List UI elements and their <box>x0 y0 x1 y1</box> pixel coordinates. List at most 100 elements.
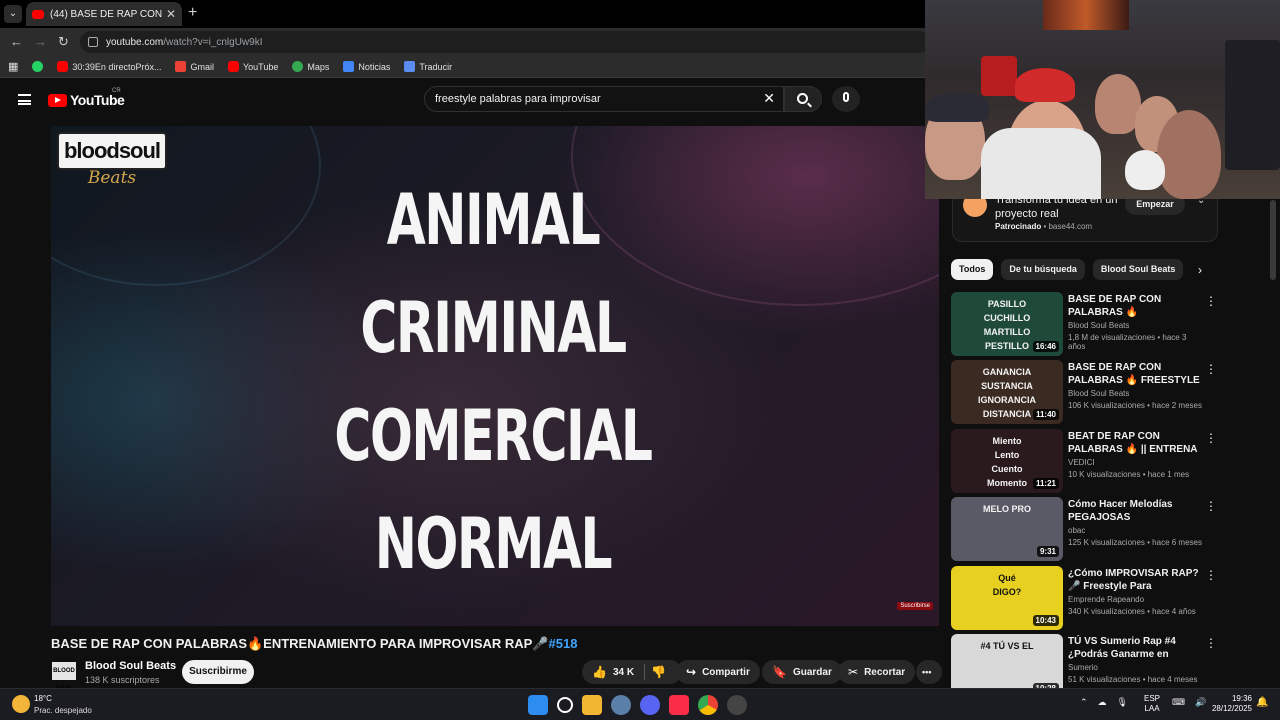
search-input[interactable]: freestyle palabras para improvisar ✕ <box>424 86 784 112</box>
video-title[interactable]: ¿Cómo IMPROVISAR RAP? 🎤 Freestyle Para P… <box>1068 567 1203 593</box>
thumbs-up-icon[interactable]: 👍 <box>592 665 607 679</box>
site-info-icon[interactable] <box>88 37 98 47</box>
discord-icon[interactable] <box>640 695 660 715</box>
clear-search-icon[interactable]: ✕ <box>763 90 775 107</box>
logo-main-text: bloodsoul <box>57 132 167 170</box>
share-button[interactable]: ↪ Compartir <box>676 660 760 684</box>
more-vert-icon[interactable]: ⋮ <box>1205 294 1217 308</box>
channel-avatar[interactable]: BLOOD SOUL <box>52 662 76 692</box>
browser-tab-active[interactable]: (44) BASE DE RAP CON PAL ✕ <box>26 2 182 26</box>
video-thumbnail[interactable]: MELO PRO 9:31 <box>951 497 1063 562</box>
video-player[interactable]: bloodsoul Beats ANIMAL CRIMINAL COMERCIA… <box>51 126 939 626</box>
video-thumbnail[interactable]: PASILLO CUCHILLO MARTILLO PESTILLO 16:46 <box>951 292 1063 356</box>
steam-icon[interactable] <box>727 695 747 715</box>
chip-all[interactable]: Todos <box>951 259 994 280</box>
video-thumbnail[interactable]: Qué DIGO? 10:43 <box>951 565 1063 630</box>
tab-close-icon[interactable]: ✕ <box>166 7 176 21</box>
windows-start-icon[interactable] <box>528 695 548 715</box>
chip-channel[interactable]: Blood Soul Beats <box>1092 259 1184 280</box>
video-channel[interactable]: Emprende Rapeando <box>1068 595 1203 604</box>
clock[interactable]: 19:36 28/12/2025 <box>1210 694 1252 714</box>
bookmark-icon: 🔖 <box>772 665 787 679</box>
apps-grid-icon[interactable]: ▦ <box>8 60 18 73</box>
bookmark-youtube[interactable]: YouTube <box>227 61 278 72</box>
menu-icon[interactable] <box>18 94 31 105</box>
video-channel[interactable]: Blood Soul Beats <box>1068 389 1203 398</box>
forward-arrow-icon[interactable]: → <box>34 34 47 49</box>
youtube-play-icon <box>48 93 67 107</box>
reload-icon[interactable]: ↻ <box>58 34 69 50</box>
chip-from-search[interactable]: De tu búsqueda <box>1001 259 1085 280</box>
microphone-icon[interactable]: 🎙 <box>1117 697 1128 708</box>
more-vert-icon[interactable]: ⋮ <box>1205 362 1217 376</box>
more-actions-button[interactable]: ••• <box>916 660 942 684</box>
more-vert-icon[interactable]: ⋮ <box>1205 499 1217 513</box>
chevron-up-icon[interactable]: ⌃ <box>1080 697 1088 708</box>
weather-icon[interactable] <box>12 695 30 713</box>
video-channel[interactable]: Sumerio <box>1068 663 1203 672</box>
whatsapp-icon[interactable] <box>32 61 44 72</box>
weather-summary[interactable]: Prac. despejado <box>34 706 92 715</box>
video-meta: 340 K visualizaciones • hace 4 años <box>1068 606 1196 616</box>
video-subscribe-badge[interactable]: Suscribirse <box>897 602 933 610</box>
bookmark-live[interactable]: 30:39En directoPróx... <box>57 61 161 72</box>
video-channel[interactable]: Blood Soul Beats <box>1068 321 1203 330</box>
youtube-logo[interactable]: YouTube CR <box>48 88 125 108</box>
video-channel[interactable]: VEDICI <box>1068 458 1203 467</box>
video-duration: 11:40 <box>1032 409 1059 421</box>
search-button[interactable] <box>784 86 822 112</box>
bookmark-maps[interactable]: Maps <box>292 61 329 72</box>
hashtag-link[interactable]: #518 <box>549 636 578 651</box>
tab-search-button[interactable]: ⌄ <box>4 5 22 23</box>
bookmark-translate[interactable]: Traducir <box>404 61 452 72</box>
status-icons: ⌨ 🔊 <box>1172 697 1206 708</box>
search-icon[interactable] <box>557 697 573 713</box>
video-title[interactable]: TÚ VS Sumerio Rap #4 ¿Podrás Ganarme en … <box>1068 635 1203 661</box>
bookmark-news[interactable]: Noticias <box>343 61 390 72</box>
notification-icon[interactable]: 🔔 <box>1256 697 1268 708</box>
clip-button[interactable]: ✂ Recortar <box>838 660 916 684</box>
list-item[interactable]: Qué DIGO? 10:43 ¿Cómo IMPROVISAR RAP? 🎤 … <box>951 565 1221 634</box>
language-indicator[interactable]: ESP LAA <box>1144 694 1160 714</box>
chrome-icon[interactable] <box>698 695 718 715</box>
white-cap-item <box>1125 150 1165 190</box>
new-tab-icon[interactable]: + <box>188 4 197 22</box>
video-title[interactable]: Cómo Hacer Melodías PEGAJOSAS <box>1068 498 1203 524</box>
back-arrow-icon[interactable]: ← <box>10 34 23 49</box>
file-explorer-icon[interactable] <box>582 695 602 715</box>
list-item[interactable]: Miento Lento Cuento Momento 11:21 BEAT D… <box>951 428 1221 497</box>
video-channel[interactable]: obac <box>1068 526 1203 535</box>
settings-icon[interactable] <box>611 695 631 715</box>
save-button[interactable]: 🔖 Guardar <box>762 660 842 684</box>
bookmark-gmail[interactable]: Gmail <box>175 61 214 72</box>
video-title[interactable]: BASE DE RAP CON PALABRAS 🔥 ENTRENAMIENTO… <box>1068 293 1203 319</box>
cloud-icon[interactable]: ☁ <box>1098 697 1107 708</box>
tab-title: (44) BASE DE RAP CON PAL <box>50 8 162 20</box>
video-title[interactable]: BEAT DE RAP CON PALABRAS 🔥 || ENTRENA TU… <box>1068 430 1203 456</box>
list-item[interactable]: GANANCIA SUSTANCIA IGNORANCIA DISTANCIA … <box>951 360 1221 428</box>
list-item[interactable]: PASILLO CUCHILLO MARTILLO PESTILLO 16:46… <box>951 292 1221 360</box>
channel-name[interactable]: Blood Soul Beats <box>85 660 176 672</box>
more-vert-icon[interactable]: ⋮ <box>1205 568 1217 582</box>
more-vert-icon[interactable]: ⋮ <box>1205 431 1217 445</box>
video-title[interactable]: BASE DE RAP CON PALABRAS 🔥 FREESTYLE RAP… <box>1068 361 1203 387</box>
weather-temperature[interactable]: 18°C <box>34 694 52 703</box>
subscribe-button[interactable]: Suscribirme <box>182 660 254 684</box>
volume-icon[interactable]: 🔊 <box>1195 697 1206 708</box>
bloodsoul-logo: bloodsoul Beats <box>57 132 167 198</box>
network-icon[interactable]: ⌨ <box>1172 697 1185 708</box>
sidebar-scrollbar[interactable] <box>1270 200 1276 280</box>
thumbs-down-icon[interactable]: 👎 <box>651 665 666 679</box>
share-icon: ↪ <box>686 665 697 679</box>
more-vert-icon[interactable]: ⋮ <box>1205 636 1217 650</box>
video-thumbnail[interactable]: GANANCIA SUSTANCIA IGNORANCIA DISTANCIA … <box>951 360 1063 425</box>
list-item[interactable]: MELO PRO 9:31 Cómo Hacer Melodías PEGAJO… <box>951 497 1221 565</box>
person-right <box>1157 110 1221 199</box>
video-duration: 10:43 <box>1032 614 1059 626</box>
address-bar[interactable]: youtube.com/watch?v=i_cnlgUw9kI <box>80 31 930 53</box>
chevron-right-icon[interactable]: › <box>1198 263 1202 277</box>
music-app-icon[interactable] <box>669 695 689 715</box>
video-thumbnail[interactable]: Miento Lento Cuento Momento 11:21 <box>951 428 1063 493</box>
like-count[interactable]: 34 K <box>613 667 634 678</box>
voice-search-button[interactable] <box>832 86 860 112</box>
